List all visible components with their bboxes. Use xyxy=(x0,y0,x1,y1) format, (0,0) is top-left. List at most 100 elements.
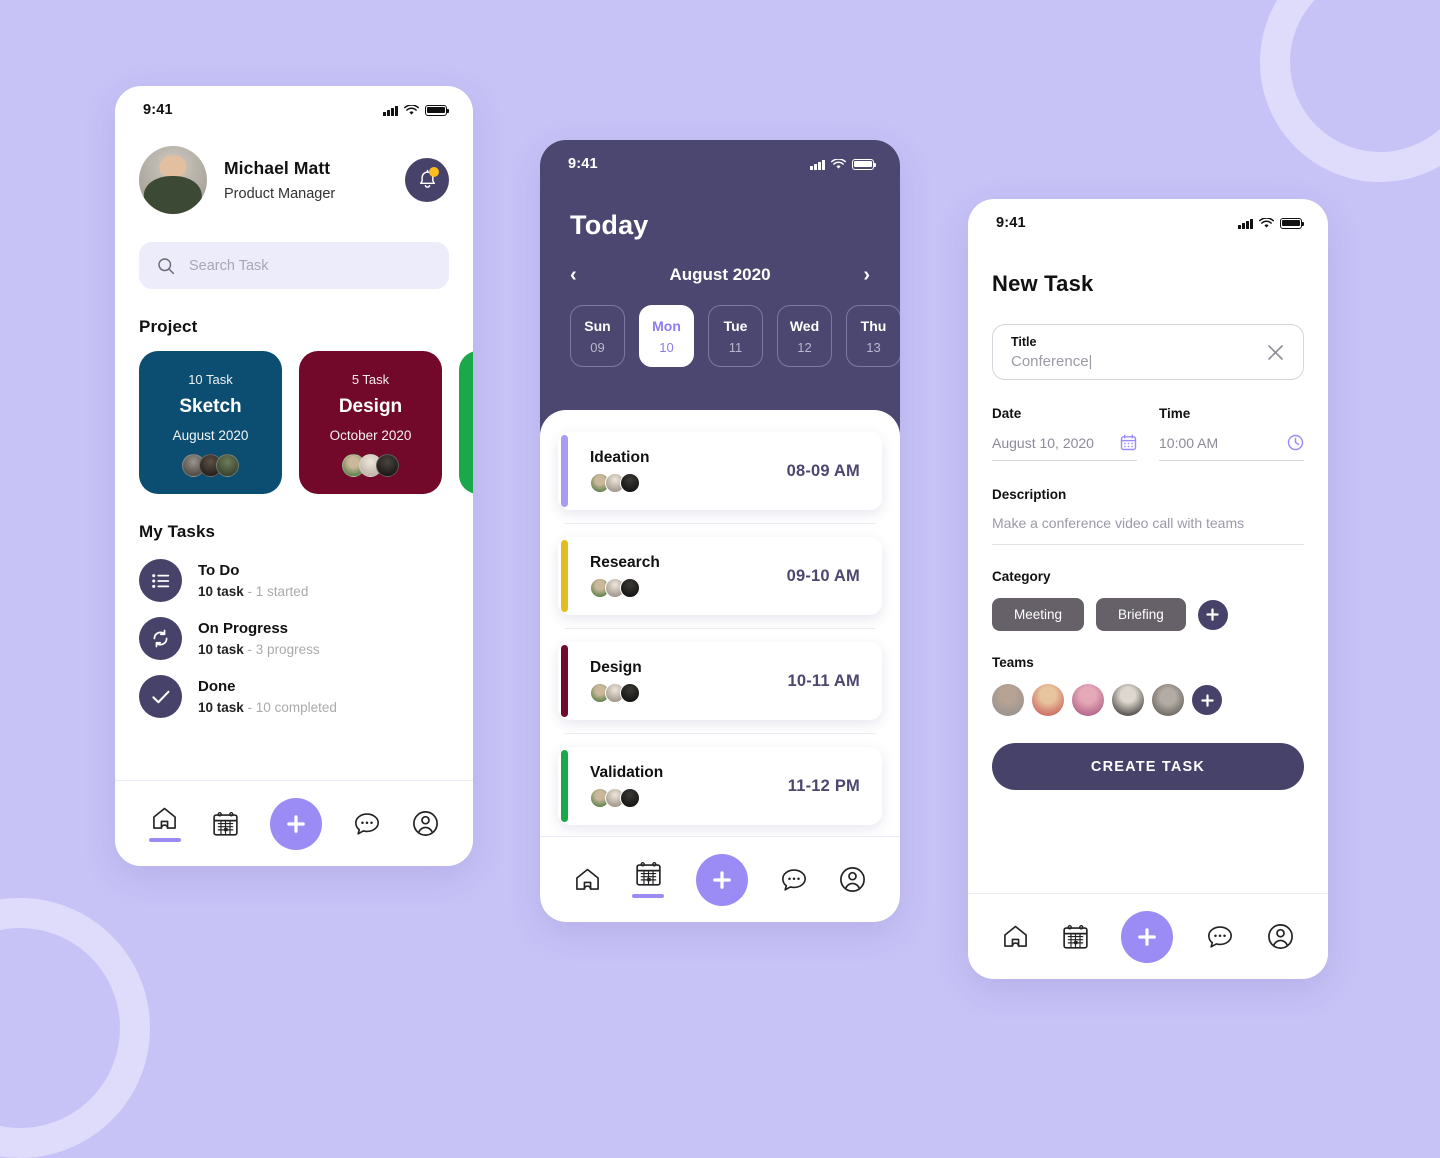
add-task-button[interactable] xyxy=(695,853,748,906)
tab-chat[interactable] xyxy=(1206,924,1234,950)
status-icons xyxy=(383,104,450,116)
tab-calendar[interactable] xyxy=(1062,924,1089,950)
teams-label: Teams xyxy=(992,655,1034,670)
event-name: Validation xyxy=(590,764,664,781)
project-card[interactable]: 10 Task Sketch August 2020 xyxy=(139,351,282,494)
event-member-stack xyxy=(590,788,788,808)
team-avatar[interactable] xyxy=(1152,684,1184,716)
add-task-button[interactable] xyxy=(269,797,322,850)
time-field[interactable]: Time 10:00 AM xyxy=(1159,406,1304,461)
tab-home[interactable] xyxy=(148,806,181,842)
calendar-icon[interactable] xyxy=(1120,434,1137,451)
event-item[interactable]: Validation 11-12 PM xyxy=(558,747,882,825)
add-team-member-button[interactable] xyxy=(1192,685,1222,715)
refresh-icon xyxy=(139,617,182,660)
notification-badge xyxy=(429,167,439,177)
event-separator xyxy=(564,733,876,734)
task-text: On Progress 10 task - 3 progress xyxy=(198,620,320,657)
day-chip[interactable]: Tue 11 xyxy=(708,305,763,367)
description-input[interactable]: Make a conference video call with teams xyxy=(992,515,1304,545)
task-subtitle: 10 task - 3 progress xyxy=(198,642,320,657)
task-name: To Do xyxy=(198,562,240,579)
description-value: Make a conference video call with teams xyxy=(992,515,1245,531)
chevron-right-icon[interactable]: › xyxy=(863,265,870,285)
day-strip[interactable]: Sun 09 Mon 10 Tue 11 Wed 12 Thu 13 xyxy=(570,305,900,367)
task-row[interactable]: To Do 10 task - 1 started xyxy=(139,559,449,602)
add-task-button[interactable] xyxy=(1121,910,1174,963)
day-number: 12 xyxy=(797,339,812,355)
cellular-icon xyxy=(1238,218,1253,229)
close-icon[interactable] xyxy=(1266,343,1285,362)
tab-chat[interactable] xyxy=(780,867,808,893)
team-avatar[interactable] xyxy=(1032,684,1064,716)
time-label: Time xyxy=(1159,406,1191,421)
clock-icon[interactable] xyxy=(1287,434,1304,451)
tab-profile[interactable] xyxy=(839,866,866,893)
task-row[interactable]: On Progress 10 task - 3 progress xyxy=(139,617,449,660)
day-chip[interactable]: Wed 12 xyxy=(777,305,832,367)
project-card[interactable] xyxy=(459,351,473,494)
search-input[interactable]: Search Task xyxy=(139,242,449,289)
calendar-icon xyxy=(1063,924,1088,949)
tab-calendar[interactable] xyxy=(212,811,239,837)
event-item[interactable]: Design 10-11 AM xyxy=(558,642,882,720)
day-chip[interactable]: Sun 09 xyxy=(570,305,625,367)
category-chip[interactable]: Meeting xyxy=(992,598,1085,631)
project-card[interactable]: 5 Task Design October 2020 xyxy=(299,351,442,494)
day-chip[interactable]: Thu 13 xyxy=(846,305,900,367)
date-input[interactable]: August 10, 2020 xyxy=(992,434,1137,461)
chevron-left-icon[interactable]: ‹ xyxy=(570,265,577,285)
event-name: Ideation xyxy=(590,449,650,466)
phone-today-screen: 9:41 Today ‹ August 2020 › Sun 09 Mon 10… xyxy=(540,140,900,922)
task-text: Done 10 task - 10 completed xyxy=(198,678,337,715)
day-weekday: Wed xyxy=(789,317,820,334)
title-field[interactable]: Title Conference| xyxy=(992,324,1304,380)
description-field[interactable]: Description Make a conference video call… xyxy=(992,487,1304,545)
day-chip-selected[interactable]: Mon 10 xyxy=(639,305,694,367)
calendar-icon xyxy=(636,862,661,886)
event-text: Research xyxy=(590,554,787,598)
status-icons xyxy=(810,158,877,170)
tab-chat[interactable] xyxy=(353,811,381,837)
date-field[interactable]: Date August 10, 2020 xyxy=(992,406,1137,461)
tab-profile[interactable] xyxy=(412,810,439,837)
event-time: 08-09 AM xyxy=(786,461,860,480)
task-count: 10 task xyxy=(198,584,244,599)
bottom-navigation xyxy=(540,836,900,922)
category-chip[interactable]: Briefing xyxy=(1096,598,1186,631)
avatar xyxy=(139,146,207,214)
home-icon xyxy=(575,868,599,890)
tab-profile[interactable] xyxy=(1267,923,1294,950)
status-icons xyxy=(1238,217,1305,229)
task-row[interactable]: Done 10 task - 10 completed xyxy=(139,675,449,718)
phone-home-screen: 9:41 Michael Matt Product Manager Search… xyxy=(115,86,473,866)
title-value: Conference| xyxy=(1011,352,1093,370)
category-chip-list: Meeting Briefing xyxy=(992,598,1304,631)
plus-icon xyxy=(287,814,305,833)
event-item[interactable]: Ideation 08-09 AM xyxy=(558,432,882,510)
wifi-icon xyxy=(1259,217,1274,228)
task-name: Done xyxy=(198,678,236,695)
member-avatar xyxy=(620,578,640,598)
tab-home[interactable] xyxy=(1002,924,1029,949)
team-avatar[interactable] xyxy=(1072,684,1104,716)
project-card-list[interactable]: 10 Task Sketch August 2020 5 Task Design… xyxy=(139,351,473,494)
task-count: 10 task xyxy=(198,642,244,657)
event-color-bar xyxy=(561,435,568,507)
my-tasks-list: To Do 10 task - 1 started On Progress 10… xyxy=(139,559,449,718)
profile-header: Michael Matt Product Manager xyxy=(139,146,449,214)
event-member-stack xyxy=(590,578,787,598)
notification-button[interactable] xyxy=(405,158,449,202)
tab-home[interactable] xyxy=(574,867,601,892)
time-input[interactable]: 10:00 AM xyxy=(1159,434,1304,461)
event-item[interactable]: Research 09-10 AM xyxy=(558,537,882,615)
add-category-button[interactable] xyxy=(1197,599,1228,630)
day-weekday: Sun xyxy=(584,317,611,334)
team-avatar[interactable] xyxy=(992,684,1024,716)
tab-calendar[interactable] xyxy=(632,861,665,898)
create-task-button[interactable]: CREATE TASK xyxy=(992,743,1304,790)
day-number: 13 xyxy=(866,339,881,355)
battery-icon xyxy=(425,104,450,116)
team-avatar[interactable] xyxy=(1112,684,1144,716)
title-label: Title xyxy=(1011,334,1037,349)
